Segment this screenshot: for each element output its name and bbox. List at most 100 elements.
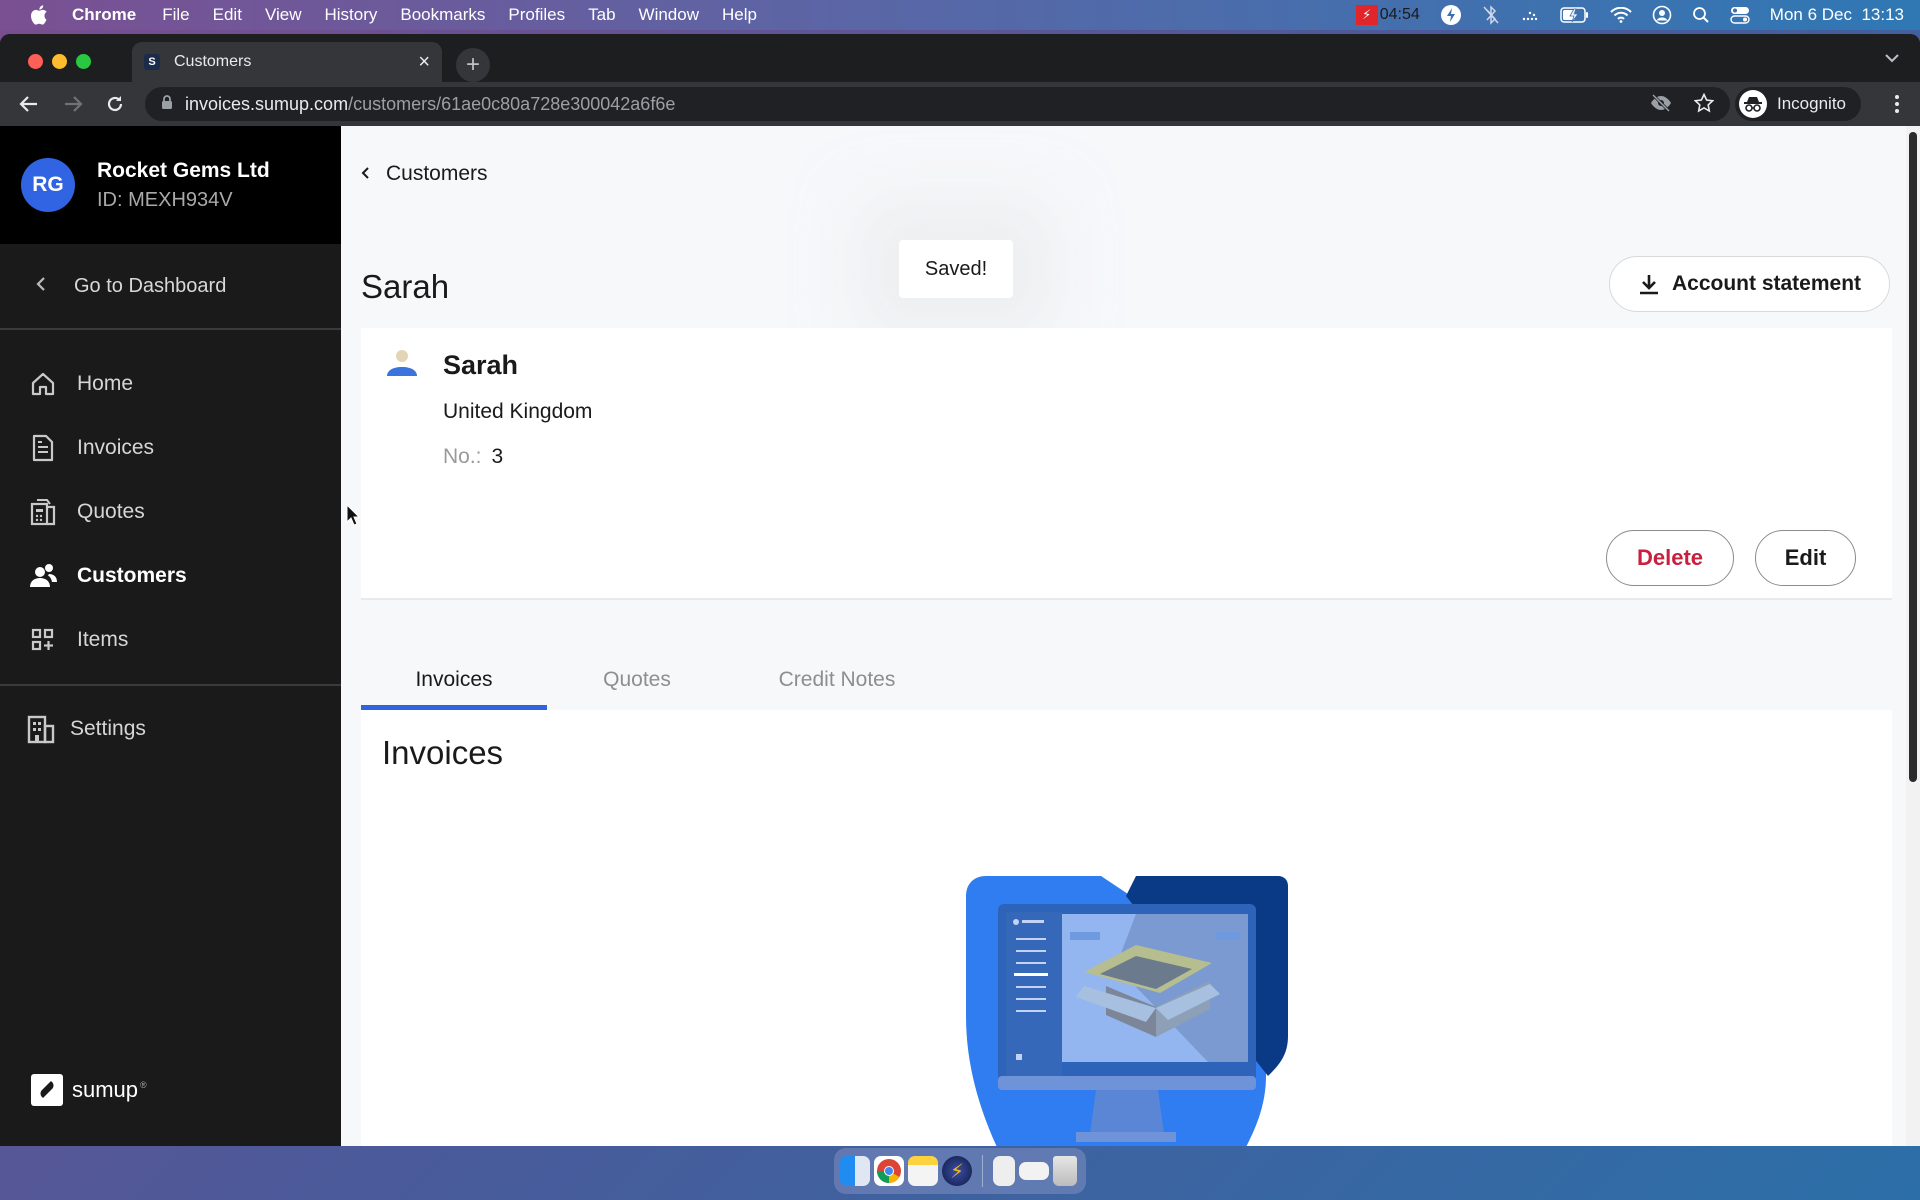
url-path: /customers/61ae0c80a728e300042a6f6e xyxy=(348,93,676,114)
menu-edit[interactable]: Edit xyxy=(213,5,242,25)
forward-button[interactable] xyxy=(58,89,88,119)
menu-window[interactable]: Window xyxy=(639,5,699,25)
maximize-window-button[interactable] xyxy=(76,54,91,69)
edit-button[interactable]: Edit xyxy=(1755,530,1856,586)
document-tabs: Invoices Quotes Credit Notes xyxy=(361,650,947,710)
account-header[interactable]: RG Rocket Gems Ltd ID: MEXH934V xyxy=(0,126,341,244)
customer-country: United Kingdom xyxy=(443,400,593,423)
dock-notes-icon[interactable] xyxy=(908,1156,938,1186)
invoices-panel: Invoices xyxy=(361,710,1892,1146)
spotlight-icon[interactable] xyxy=(1692,6,1710,24)
web-page: RG Rocket Gems Ltd ID: MEXH934V Go to Da… xyxy=(0,126,1920,1146)
dock-finder-icon[interactable] xyxy=(840,1156,870,1186)
dock-separator xyxy=(982,1155,983,1187)
sidebar-item-home[interactable]: Home xyxy=(0,352,341,416)
menu-history[interactable]: History xyxy=(324,5,377,25)
recording-flash-icon: ⚡ xyxy=(1355,5,1378,25)
dock-document-icon[interactable] xyxy=(993,1156,1015,1186)
sidebar-item-invoices[interactable]: Invoices xyxy=(0,416,341,480)
tab-strip: S Customers × + xyxy=(0,34,1920,82)
customer-number-value: 3 xyxy=(491,445,504,468)
browser-menu-icon[interactable] xyxy=(1894,94,1900,119)
recording-time: 04:54 xyxy=(1379,6,1420,23)
menu-profiles[interactable]: Profiles xyxy=(508,5,565,25)
dock-chrome-icon[interactable] xyxy=(874,1156,904,1186)
sumup-logo-text: sumup xyxy=(72,1077,139,1102)
sidebar-nav: Home Invoices Quotes Customers Items xyxy=(0,330,341,672)
menu-app-name[interactable]: Chrome xyxy=(72,5,136,25)
menu-view[interactable]: View xyxy=(265,5,302,25)
sidebar-item-settings[interactable]: Settings xyxy=(0,686,341,772)
main-content: Customers Sarah Saved! Account statement… xyxy=(341,126,1920,1146)
account-name: Rocket Gems Ltd xyxy=(97,158,270,182)
tracking-protection-eye-off-icon[interactable] xyxy=(1650,93,1672,118)
menubar-datetime[interactable]: Mon 6 Dec 13:13 xyxy=(1770,5,1904,25)
apple-icon[interactable] xyxy=(30,5,48,25)
menu-help[interactable]: Help xyxy=(722,5,757,25)
flash-icon[interactable] xyxy=(1440,4,1462,26)
control-center-icon[interactable] xyxy=(1730,6,1750,24)
saved-toast: Saved! xyxy=(899,240,1013,298)
user-icon[interactable] xyxy=(1652,5,1672,25)
dock-screenshot-icon[interactable] xyxy=(1019,1162,1049,1180)
customer-number-label: No.: xyxy=(443,445,482,468)
sidebar-item-items[interactable]: Items xyxy=(0,608,341,672)
sidebar: RG Rocket Gems Ltd ID: MEXH934V Go to Da… xyxy=(0,126,341,1146)
customer-card: Sarah United Kingdom No.: 3 Delete Edit xyxy=(361,328,1892,600)
address-bar[interactable]: invoices.sumup.com /customers/61ae0c80a7… xyxy=(145,87,1730,121)
customer-avatar-icon xyxy=(385,348,419,385)
mouse-cursor-icon xyxy=(346,503,361,531)
sidebar-item-label: Quotes xyxy=(77,500,145,523)
close-window-button[interactable] xyxy=(28,54,43,69)
menu-bookmarks[interactable]: Bookmarks xyxy=(400,5,485,25)
bluetooth-off-icon[interactable] xyxy=(1482,5,1500,25)
dock-trash-icon[interactable] xyxy=(1053,1156,1077,1186)
breadcrumb-label: Customers xyxy=(386,162,488,185)
reload-button[interactable] xyxy=(100,89,130,119)
sidebar-item-customers[interactable]: Customers xyxy=(0,544,341,608)
window-controls xyxy=(28,54,91,69)
macos-menu-bar: Chrome File Edit View History Bookmarks … xyxy=(0,0,1920,30)
menu-tab[interactable]: Tab xyxy=(588,5,615,25)
chevron-left-icon xyxy=(361,164,370,185)
go-to-dashboard-link[interactable]: Go to Dashboard xyxy=(0,244,341,330)
display-icon[interactable] xyxy=(1520,7,1540,23)
tab-search-chevron-icon[interactable] xyxy=(1884,50,1900,68)
delete-button[interactable]: Delete xyxy=(1606,530,1734,586)
sidebar-item-quotes[interactable]: Quotes xyxy=(0,480,341,544)
back-button[interactable] xyxy=(14,89,44,119)
scrollbar-thumb[interactable] xyxy=(1909,132,1917,782)
incognito-icon xyxy=(1739,90,1767,118)
profile-label: Incognito xyxy=(1777,94,1846,113)
screen-recording-indicator[interactable]: ⚡ 04:54 xyxy=(1355,5,1420,25)
bookmark-star-icon[interactable] xyxy=(1693,92,1715,118)
close-tab-icon[interactable]: × xyxy=(418,51,430,74)
dock-reeder-icon[interactable]: ⚡ xyxy=(942,1156,972,1186)
grid-plus-icon xyxy=(28,625,58,655)
battery-charging-icon[interactable] xyxy=(1560,7,1590,23)
page-scrollbar[interactable] xyxy=(1906,126,1920,1146)
sidebar-item-label: Invoices xyxy=(77,436,155,459)
tab-invoices[interactable]: Invoices xyxy=(361,650,547,710)
tab-credit-notes[interactable]: Credit Notes xyxy=(727,650,947,710)
browser-tab[interactable]: S Customers × xyxy=(132,42,442,82)
calculator-icon xyxy=(28,497,58,527)
wifi-icon[interactable] xyxy=(1610,7,1632,23)
new-tab-button[interactable]: + xyxy=(456,48,490,82)
tab-quotes[interactable]: Quotes xyxy=(547,650,727,710)
breadcrumb-back-link[interactable]: Customers xyxy=(361,162,488,186)
sidebar-item-label: Home xyxy=(77,372,134,395)
users-icon xyxy=(28,561,58,591)
invoices-panel-title: Invoices xyxy=(382,734,504,771)
minimize-window-button[interactable] xyxy=(52,54,67,69)
building-icon xyxy=(26,714,56,744)
customer-number: No.: 3 xyxy=(443,445,503,469)
macos-dock: ⚡ xyxy=(834,1148,1086,1194)
lock-icon[interactable] xyxy=(161,94,173,115)
sidebar-item-label: Items xyxy=(77,628,129,651)
incognito-profile-button[interactable]: Incognito xyxy=(1735,87,1861,121)
account-statement-button[interactable]: Account statement xyxy=(1609,256,1890,312)
tab-title: Customers xyxy=(174,53,252,70)
menu-file[interactable]: File xyxy=(162,5,189,25)
document-icon xyxy=(28,433,58,463)
